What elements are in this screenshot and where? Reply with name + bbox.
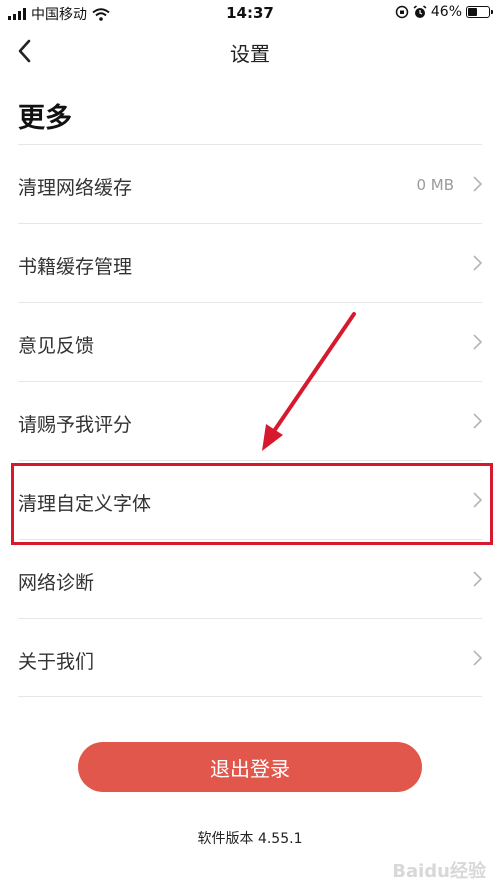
version-text: 软件版本 4.55.1: [197, 831, 303, 847]
logout-button[interactable]: 退出登录: [78, 742, 422, 792]
chevron-right-icon: [473, 571, 483, 587]
chevron-right-icon: [473, 650, 483, 666]
settings-list: 清理网络缓存 0 MB 书籍缓存管理 意见反馈 请赐予我评分 清理自定义字体 网…: [0, 144, 500, 697]
chevron-right-icon: [473, 413, 483, 429]
baidu-watermark: Baidu经验: [392, 861, 486, 882]
chevron-right-icon: [473, 334, 483, 350]
orientation-lock-icon: [395, 5, 409, 19]
settings-item-rate-us[interactable]: 请赐予我评分: [18, 381, 483, 460]
settings-item-label: 书籍缓存管理: [18, 256, 133, 278]
cache-size-value: 0 MB: [416, 176, 454, 194]
settings-item-feedback[interactable]: 意见反馈: [18, 302, 483, 381]
status-bar: 中国移动 14:37 46%: [0, 0, 500, 26]
battery-icon: [466, 6, 493, 18]
settings-item-label: 关于我们: [18, 651, 95, 673]
settings-item-network-diagnosis[interactable]: 网络诊断: [18, 539, 483, 618]
page-title: 设置: [230, 42, 270, 66]
chevron-right-icon: [473, 255, 483, 271]
battery-percent: 46%: [430, 4, 462, 20]
settings-item-label: 请赐予我评分: [18, 414, 133, 436]
annotation-highlight-box: [11, 463, 493, 545]
settings-item-clear-network-cache[interactable]: 清理网络缓存 0 MB: [18, 144, 483, 223]
alarm-icon: [413, 5, 427, 18]
navigation-bar: 设置: [0, 26, 500, 78]
settings-item-about-us[interactable]: 关于我们: [18, 618, 483, 697]
section-title: 更多: [18, 103, 72, 134]
status-right: 46%: [395, 4, 493, 20]
chevron-right-icon: [473, 176, 483, 192]
settings-item-label: 清理网络缓存: [18, 177, 133, 199]
settings-item-book-cache[interactable]: 书籍缓存管理: [18, 223, 483, 302]
settings-item-label: 网络诊断: [18, 572, 95, 594]
settings-item-label: 意见反馈: [18, 335, 95, 357]
